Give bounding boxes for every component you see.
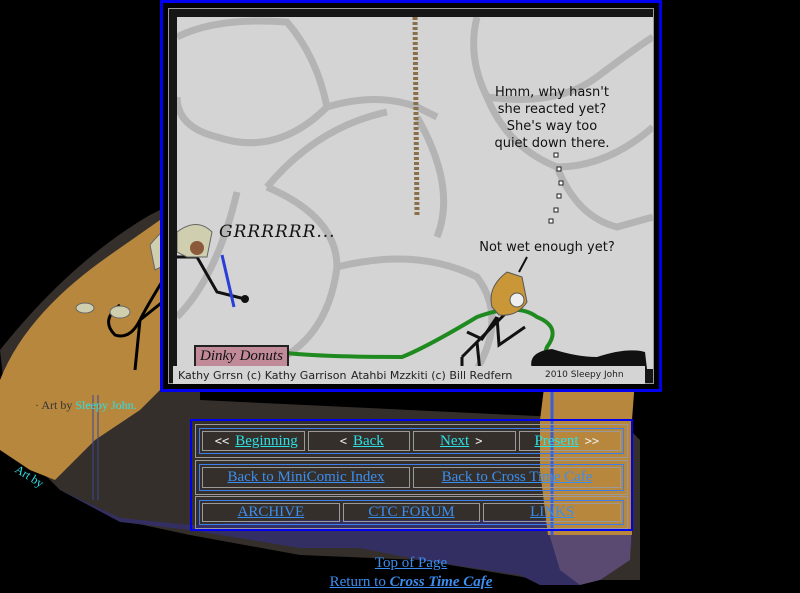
archive-link[interactable]: ARCHIVE	[238, 504, 305, 521]
present-link[interactable]: Present	[534, 433, 578, 450]
character-atahbi	[460, 310, 526, 369]
nav-row-index: Back to MiniComic Index Back to Cross Ti…	[195, 460, 628, 495]
nav-cell-cross-time-cafe: Back to Cross Time Cafe	[413, 467, 621, 488]
growl-text: GRRRRRR...	[219, 222, 336, 242]
comic-navigation: << Beginning < Back Next > Present >> Ba…	[190, 419, 633, 531]
nav-cell-archive: ARCHIVE	[202, 503, 340, 522]
rope	[412, 17, 420, 216]
credits-bar: Kathy Grrsn (c) Kathy Garrison Atahbi Mz…	[173, 366, 645, 384]
nav-cell-next: Next >	[413, 431, 516, 451]
double-right-arrow-icon: >>	[584, 434, 600, 448]
top-of-page-link[interactable]: Top of Page	[375, 555, 447, 571]
speech-line: she reacted yet?	[497, 102, 607, 117]
speech-bubble-thought: Hmm, why hasn't she reacted yet? She's w…	[467, 84, 637, 152]
credit-character-2: Atahbi Mzzkiti (c) Bill Redfern	[351, 369, 513, 382]
art-by-prefix: · Art by	[35, 398, 76, 412]
credit-character-1: Kathy Grrsn (c) Kathy Garrison	[178, 369, 347, 382]
footer-top: Top of Page	[0, 555, 800, 572]
speech-line: She's way too	[506, 119, 598, 134]
artist-link[interactable]: Sleepy John.	[75, 398, 136, 412]
shop-sign: Dinky Donuts	[194, 345, 289, 368]
nav-cell-beginning: << Beginning	[202, 431, 305, 451]
beginning-link[interactable]: Beginning	[235, 433, 298, 450]
hand-left	[75, 302, 95, 314]
nav-row-sequence: << Beginning < Back Next > Present >>	[195, 424, 628, 458]
minicomic-index-link[interactable]: Back to MiniComic Index	[227, 469, 384, 486]
comic-inner-border: Hmm, why hasn't she reacted yet? She's w…	[168, 8, 654, 384]
hand-right	[109, 305, 131, 319]
links-link[interactable]: LINKS	[530, 504, 574, 521]
nav-cell-forum: CTC FORUM	[342, 503, 481, 522]
nav-row-sections: ARCHIVE CTC FORUM LINKS	[195, 496, 628, 529]
double-left-arrow-icon: <<	[214, 434, 230, 448]
speech-line: Hmm, why hasn't	[495, 85, 609, 100]
speech-line: quiet down there.	[494, 136, 610, 151]
comic-artwork	[177, 17, 653, 369]
next-link[interactable]: Next	[440, 433, 469, 450]
speech-pointer	[518, 256, 528, 273]
credit-artist: 2010 Sleepy John	[545, 370, 624, 380]
left-arrow-icon: <	[339, 434, 347, 448]
comic-frame: Hmm, why hasn't she reacted yet? She's w…	[160, 0, 662, 392]
footer-return: Return to Cross Time Cafe	[0, 574, 800, 591]
atahbi-face	[509, 292, 525, 308]
art-by-credit: · Art by Sleepy John.	[35, 398, 137, 413]
blue-stick	[220, 254, 236, 308]
return-site-name: Cross Time Cafe	[389, 574, 493, 590]
nav-cell-present: Present >>	[518, 431, 621, 451]
return-prefix: Return to	[329, 574, 390, 590]
comic-panel: Hmm, why hasn't she reacted yet? She's w…	[177, 17, 653, 369]
nav-cell-links: LINKS	[483, 503, 622, 522]
back-link[interactable]: Back	[353, 433, 384, 450]
ctc-forum-link[interactable]: CTC FORUM	[368, 504, 454, 521]
right-arrow-icon: >	[475, 434, 483, 448]
atahbi-head	[490, 271, 528, 316]
nav-cell-minicomic-index: Back to MiniComic Index	[202, 467, 410, 488]
nav-cell-back: < Back	[307, 431, 410, 451]
return-to-cafe-link[interactable]: Return to Cross Time Cafe	[330, 574, 493, 590]
speech-bubble-question: Not wet enough yet?	[479, 240, 615, 255]
cross-time-cafe-link[interactable]: Back to Cross Time Cafe	[442, 469, 593, 486]
